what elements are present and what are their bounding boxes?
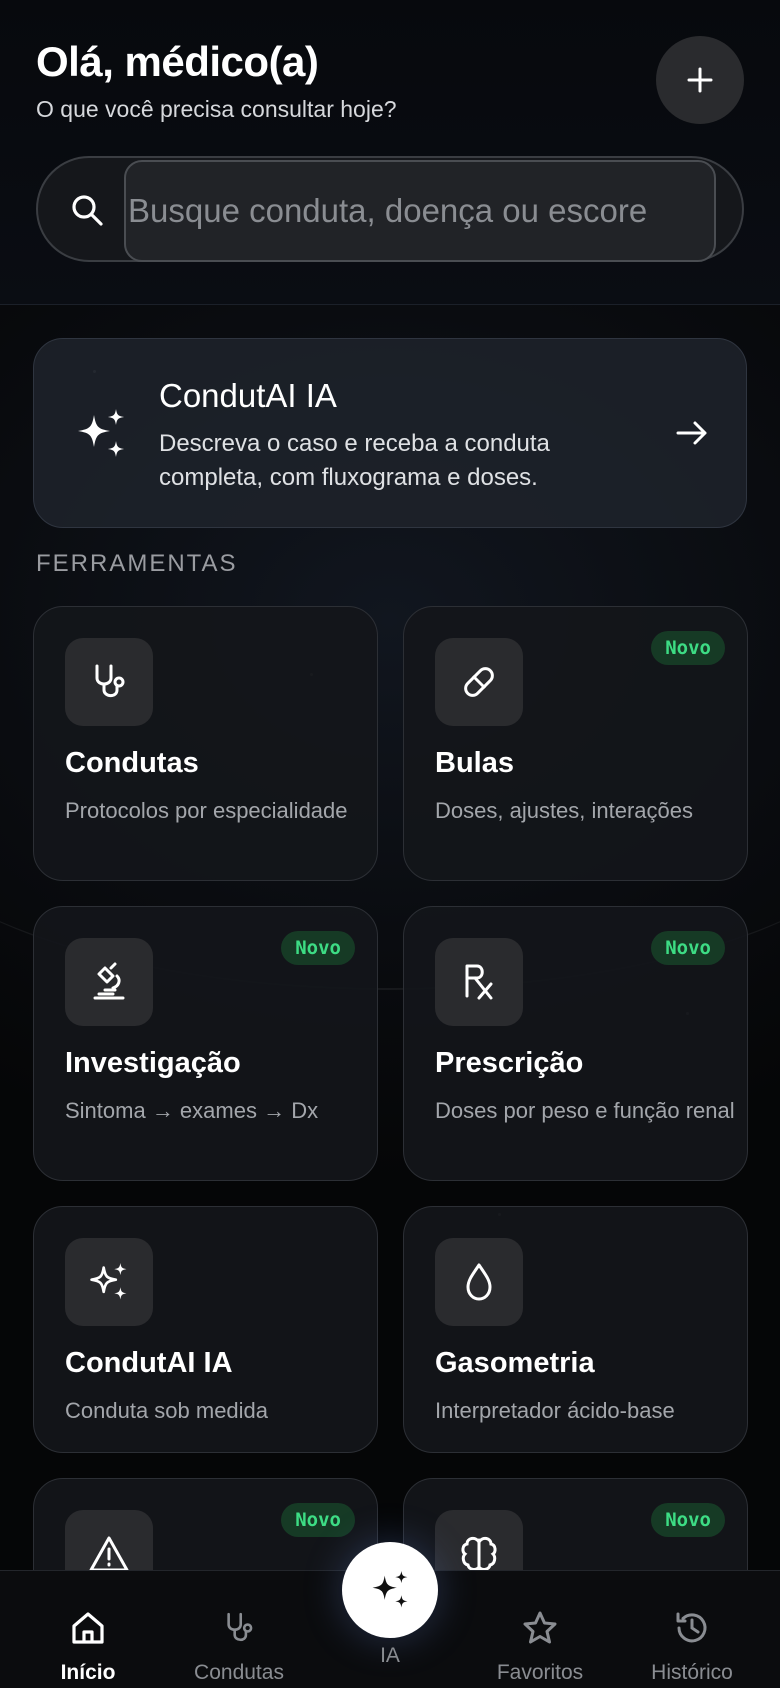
tool-card-bulas[interactable]: Novo Bulas Doses, ajustes, interações bbox=[403, 606, 748, 881]
tool-description: Conduta sob medida bbox=[65, 1398, 269, 1423]
nav-label: Condutas bbox=[194, 1661, 284, 1684]
tool-description: Doses por peso e função renal bbox=[435, 1098, 735, 1123]
sparkles-icon bbox=[78, 409, 124, 457]
home-icon bbox=[72, 1612, 104, 1644]
ai-fab-button[interactable] bbox=[342, 1542, 438, 1638]
tool-title: CondutAI IA bbox=[65, 1347, 233, 1379]
tool-title: Investigação bbox=[65, 1047, 241, 1079]
microscope-icon bbox=[93, 962, 125, 1000]
star-icon bbox=[523, 1611, 557, 1644]
new-badge: Novo bbox=[651, 631, 725, 665]
nav-item-condutas[interactable]: Condutas bbox=[161, 1571, 317, 1688]
new-badge: Novo bbox=[651, 1503, 725, 1537]
pill-icon bbox=[464, 667, 494, 697]
plus-icon bbox=[687, 67, 713, 93]
tool-icon-box bbox=[65, 938, 153, 1026]
add-button[interactable] bbox=[656, 36, 744, 124]
tool-title: Bulas bbox=[435, 747, 514, 779]
app-screen: Olá, médico(a) O que você precisa consul… bbox=[0, 0, 780, 1688]
tool-card-condutas[interactable]: Condutas Protocolos por especialidade bbox=[33, 606, 378, 881]
ai-banner-description: Descreva o caso e receba a conduta compl… bbox=[159, 430, 550, 491]
search-bar[interactable] bbox=[36, 156, 744, 262]
greeting-title: Olá, médico(a) bbox=[36, 38, 319, 85]
search-icon bbox=[72, 195, 103, 226]
droplet-icon bbox=[466, 1263, 492, 1301]
nav-label: Favoritos bbox=[496, 1661, 584, 1684]
sparkles-icon bbox=[90, 1263, 127, 1300]
nav-label: Início bbox=[60, 1661, 116, 1684]
sparkles-icon bbox=[372, 1571, 408, 1608]
header: Olá, médico(a) O que você precisa consul… bbox=[0, 0, 780, 305]
tool-description: Interpretador ácido-base bbox=[435, 1398, 675, 1423]
tool-icon-box bbox=[435, 938, 523, 1026]
stethoscope-icon bbox=[95, 664, 125, 698]
tool-title: Condutas bbox=[65, 747, 199, 779]
history-icon bbox=[676, 1612, 707, 1643]
greeting-subtitle: O que você precisa consultar hoje? bbox=[36, 96, 397, 122]
rx-icon bbox=[465, 964, 493, 1000]
ai-banner-title: CondutAI IA bbox=[159, 377, 337, 414]
tool-description: Protocolos por especialidade bbox=[65, 798, 348, 823]
tool-card-condutai[interactable]: CondutAI IA Conduta sob medida bbox=[33, 1206, 378, 1453]
tool-title: Prescrição bbox=[435, 1047, 584, 1079]
tool-card-investigacao[interactable]: Novo Investigação Sintoma → exames → Dx bbox=[33, 906, 378, 1181]
nav-item-inicio[interactable]: Início bbox=[10, 1571, 166, 1688]
new-badge: Novo bbox=[651, 931, 725, 965]
ai-banner-card[interactable]: CondutAI IA Descreva o caso e receba a c… bbox=[33, 338, 747, 528]
nav-label: Histórico bbox=[651, 1661, 733, 1684]
tool-icon-box bbox=[435, 1238, 523, 1326]
arrow-right-icon bbox=[676, 421, 707, 445]
nav-item-favoritos[interactable]: Favoritos bbox=[462, 1571, 618, 1688]
tool-card-prescricao[interactable]: Novo Prescrição Doses por peso e função … bbox=[403, 906, 748, 1181]
search-input[interactable] bbox=[124, 160, 716, 262]
tool-card-gasometria[interactable]: Gasometria Interpretador ácido-base bbox=[403, 1206, 748, 1453]
new-badge: Novo bbox=[281, 1503, 355, 1537]
tool-title: Gasometria bbox=[435, 1347, 595, 1379]
tool-icon-box bbox=[435, 638, 523, 726]
new-badge: Novo bbox=[281, 931, 355, 965]
tool-icon-box bbox=[65, 1238, 153, 1326]
tool-description: Sintoma → exames → Dx bbox=[65, 1098, 319, 1123]
nav-label-ia: IA bbox=[380, 1644, 400, 1667]
stethoscope-icon bbox=[227, 1612, 253, 1642]
tool-icon-box bbox=[65, 638, 153, 726]
section-label-tools: FERRAMENTAS bbox=[36, 550, 238, 577]
tool-description: Doses, ajustes, interações bbox=[435, 798, 694, 823]
nav-item-historico[interactable]: Histórico bbox=[614, 1571, 770, 1688]
